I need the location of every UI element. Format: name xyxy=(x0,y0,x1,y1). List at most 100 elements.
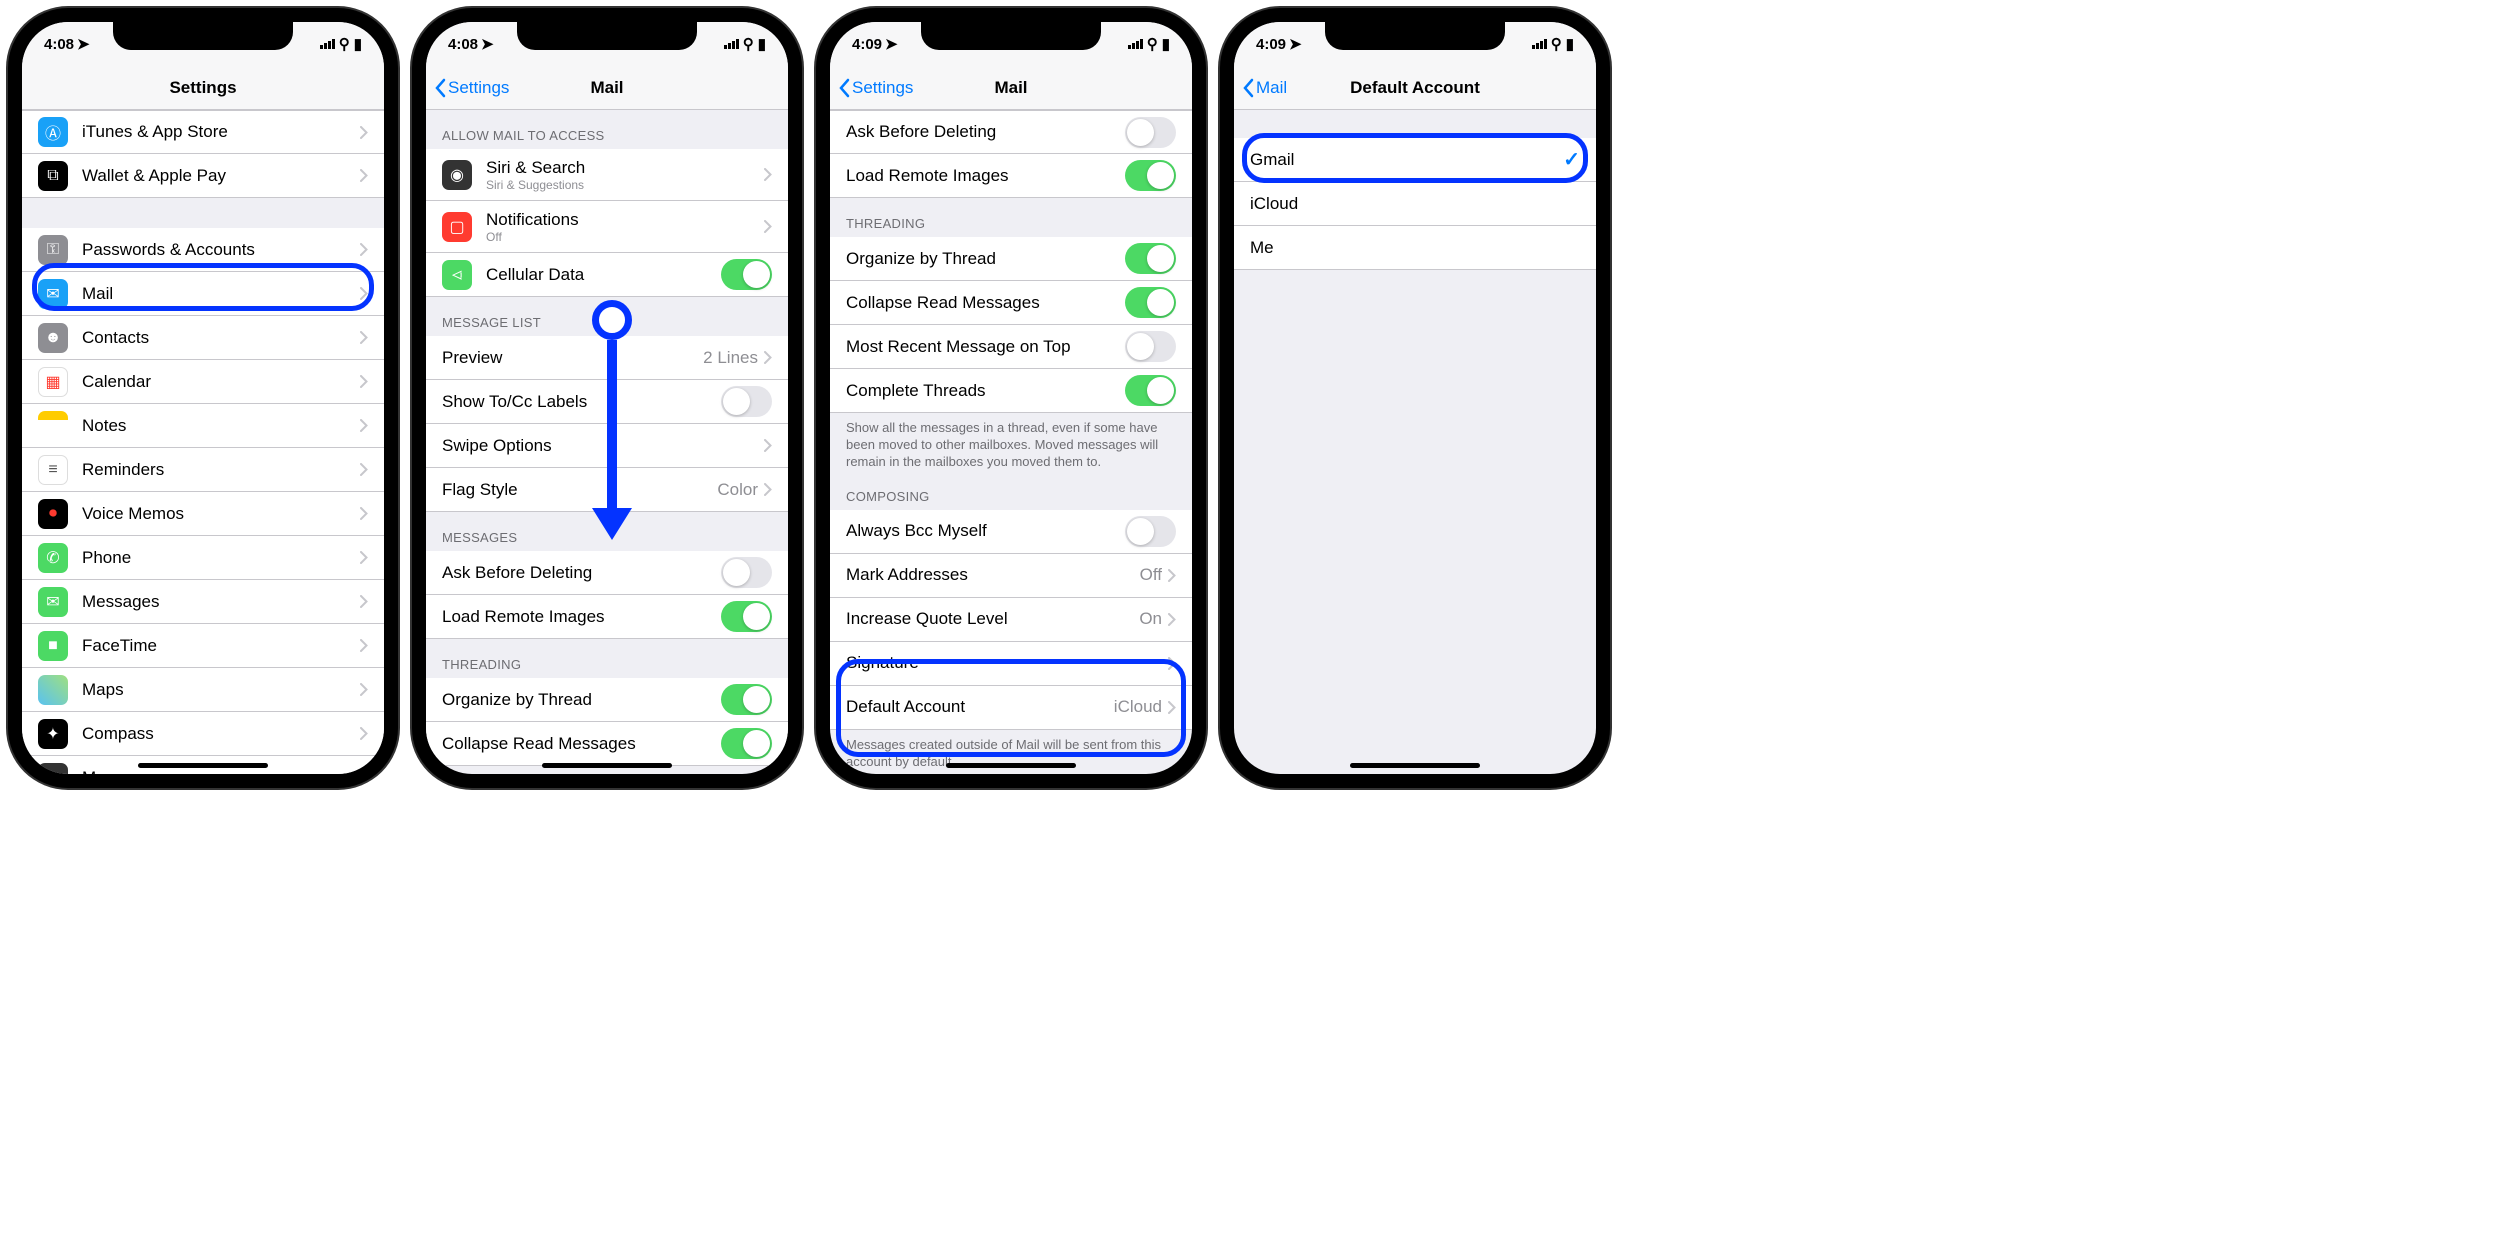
collapse-toggle[interactable] xyxy=(1125,287,1176,318)
ask-toggle[interactable] xyxy=(1125,117,1176,148)
phone-3: 4:09➤ ⚲ ▮ Settings Mail Ask Before Delet… xyxy=(816,8,1206,788)
default-account-list[interactable]: Gmail✓ iCloud Me xyxy=(1234,110,1596,774)
row-notes[interactable]: Notes xyxy=(22,404,384,448)
nav-bar: Settings Mail xyxy=(830,66,1192,110)
row-mark[interactable]: Mark AddressesOff xyxy=(830,554,1192,598)
row-compass[interactable]: ✦Compass xyxy=(22,712,384,756)
row-notifications[interactable]: ▢NotificationsOff xyxy=(426,201,788,253)
home-indicator[interactable] xyxy=(542,763,672,768)
row-default-account[interactable]: Default AccountiCloud xyxy=(830,686,1192,730)
back-button[interactable]: Mail xyxy=(1234,78,1287,98)
option-icloud[interactable]: iCloud xyxy=(1234,182,1596,226)
row-reminders[interactable]: ≡Reminders xyxy=(22,448,384,492)
chevron-icon xyxy=(1168,657,1176,670)
row-messages[interactable]: ✉Messages xyxy=(22,580,384,624)
row-facetime[interactable]: ■FaceTime xyxy=(22,624,384,668)
row-contacts[interactable]: ☻Contacts xyxy=(22,316,384,360)
remote-toggle[interactable] xyxy=(1125,160,1176,191)
row-maps[interactable]: Maps xyxy=(22,668,384,712)
phone-icon: ✆ xyxy=(38,543,68,573)
appstore-icon: Ⓐ xyxy=(38,117,68,147)
row-remote[interactable]: Load Remote Images xyxy=(426,595,788,639)
back-button[interactable]: Settings xyxy=(830,78,913,98)
nav-bar: Settings xyxy=(22,66,384,110)
status-icons: ⚲ ▮ xyxy=(724,35,766,53)
row-cellular[interactable]: ⏿Cellular Data xyxy=(426,253,788,297)
back-icon xyxy=(434,78,446,98)
row-calendar[interactable]: ▦Calendar xyxy=(22,360,384,404)
cellular-toggle[interactable] xyxy=(721,259,772,290)
recent-toggle[interactable] xyxy=(1125,331,1176,362)
back-icon xyxy=(838,78,850,98)
remote-toggle[interactable] xyxy=(721,601,772,632)
location-icon: ➤ xyxy=(481,35,494,53)
row-ask-delete[interactable]: Ask Before Deleting xyxy=(426,551,788,595)
phone-1: 4:08➤ ⚲ ▮ Settings ⒶiTunes & App Store ⧉… xyxy=(8,8,398,788)
status-icons: ⚲ ▮ xyxy=(1532,35,1574,53)
signal-icon xyxy=(724,39,739,49)
row-phone[interactable]: ✆Phone xyxy=(22,536,384,580)
ask-toggle[interactable] xyxy=(721,557,772,588)
page-title: Default Account xyxy=(1234,78,1596,98)
battery-icon: ▮ xyxy=(354,35,362,53)
row-mail[interactable]: ✉Mail xyxy=(22,272,384,316)
collapse-toggle[interactable] xyxy=(721,728,772,759)
contacts-icon: ☻ xyxy=(38,323,68,353)
home-indicator[interactable] xyxy=(946,763,1076,768)
back-button[interactable]: Settings xyxy=(426,78,509,98)
chevron-icon xyxy=(1168,701,1176,714)
compass-icon: ✦ xyxy=(38,719,68,749)
row-quote[interactable]: Increase Quote LevelOn xyxy=(830,598,1192,642)
mail-icon: ✉ xyxy=(38,279,68,309)
settings-list[interactable]: ⒶiTunes & App Store ⧉Wallet & Apple Pay … xyxy=(22,110,384,774)
messages-icon: ✉ xyxy=(38,587,68,617)
chevron-icon xyxy=(360,331,368,344)
complete-toggle[interactable] xyxy=(1125,375,1176,406)
chevron-icon xyxy=(764,483,772,496)
bcc-toggle[interactable] xyxy=(1125,516,1176,547)
chevron-icon xyxy=(360,727,368,740)
row-wallet[interactable]: ⧉Wallet & Apple Pay xyxy=(22,154,384,198)
row-organize[interactable]: Organize by Thread xyxy=(830,237,1192,281)
status-time: 4:08 xyxy=(44,36,74,53)
reminders-icon: ≡ xyxy=(38,455,68,485)
row-voice[interactable]: ⏺Voice Memos xyxy=(22,492,384,536)
maps-icon xyxy=(38,675,68,705)
chevron-icon xyxy=(360,126,368,139)
row-collapse[interactable]: Collapse Read Messages xyxy=(426,722,788,766)
measure-icon: ≡ xyxy=(38,763,68,775)
tocc-toggle[interactable] xyxy=(721,386,772,417)
section-header: THREADING xyxy=(830,198,1192,237)
signal-icon xyxy=(320,39,335,49)
row-ask-delete[interactable]: Ask Before Deleting xyxy=(830,110,1192,154)
wifi-icon: ⚲ xyxy=(339,35,350,53)
organize-toggle[interactable] xyxy=(721,684,772,715)
status-time: 4:08 xyxy=(448,36,478,53)
row-itunes[interactable]: ⒶiTunes & App Store xyxy=(22,110,384,154)
nav-bar: Settings Mail xyxy=(426,66,788,110)
chevron-icon xyxy=(360,771,368,774)
row-passwords[interactable]: ⚿Passwords & Accounts xyxy=(22,228,384,272)
row-siri[interactable]: ◉Siri & SearchSiri & Suggestions xyxy=(426,149,788,201)
wallet-icon: ⧉ xyxy=(38,161,68,191)
row-remote[interactable]: Load Remote Images xyxy=(830,154,1192,198)
row-collapse[interactable]: Collapse Read Messages xyxy=(830,281,1192,325)
row-bcc[interactable]: Always Bcc Myself xyxy=(830,510,1192,554)
battery-icon: ▮ xyxy=(1162,35,1170,53)
row-signature[interactable]: Signature xyxy=(830,642,1192,686)
chevron-icon xyxy=(764,439,772,452)
option-me[interactable]: Me xyxy=(1234,226,1596,270)
organize-toggle[interactable] xyxy=(1125,243,1176,274)
wifi-icon: ⚲ xyxy=(743,35,754,53)
option-gmail[interactable]: Gmail✓ xyxy=(1234,138,1596,182)
mail-settings-scrolled[interactable]: Ask Before Deleting Load Remote Images T… xyxy=(830,110,1192,774)
thread-footer: Show all the messages in a thread, even … xyxy=(830,413,1192,481)
row-organize[interactable]: Organize by Thread xyxy=(426,678,788,722)
battery-icon: ▮ xyxy=(758,35,766,53)
home-indicator[interactable] xyxy=(138,763,268,768)
section-header: ALLOW MAIL TO ACCESS xyxy=(426,110,788,149)
row-complete[interactable]: Complete Threads xyxy=(830,369,1192,413)
status-time: 4:09 xyxy=(852,36,882,53)
home-indicator[interactable] xyxy=(1350,763,1480,768)
row-recent[interactable]: Most Recent Message on Top xyxy=(830,325,1192,369)
